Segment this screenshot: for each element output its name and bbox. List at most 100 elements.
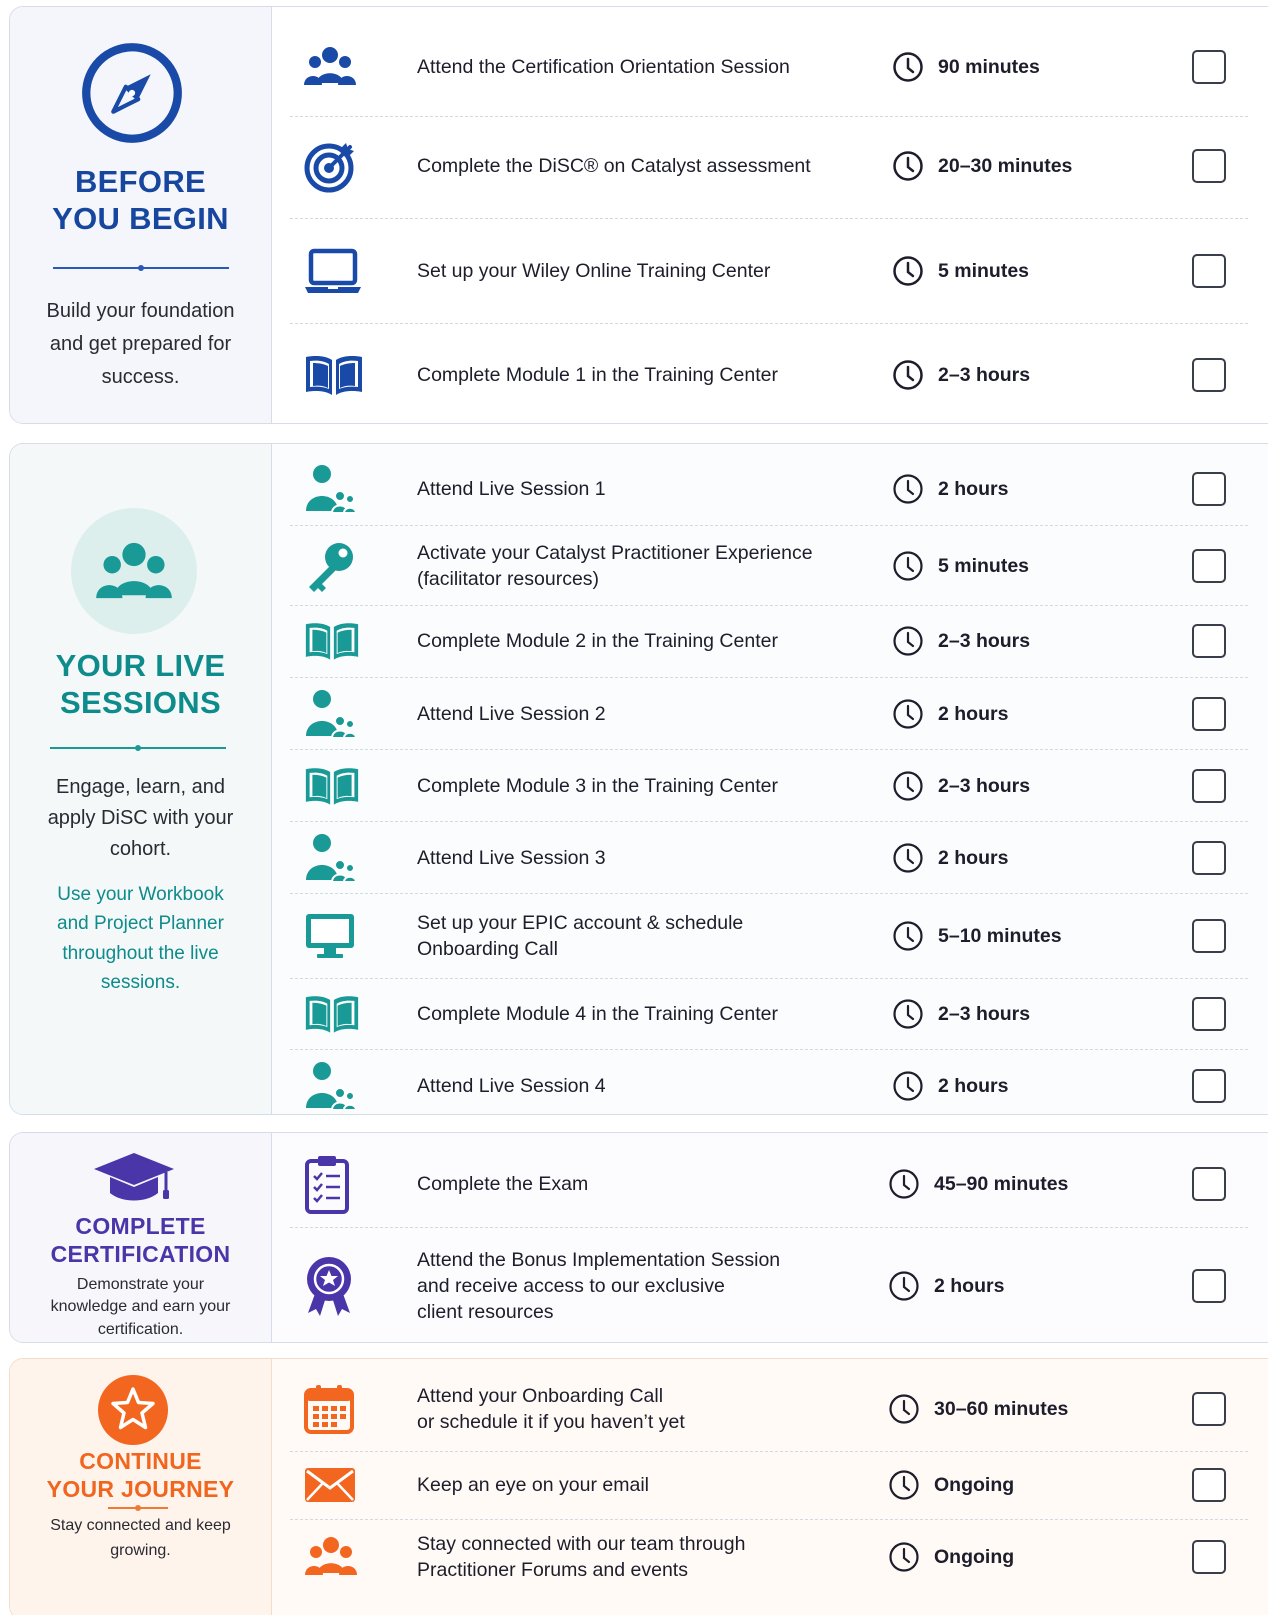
duration-text: 5–10 minutes [938, 924, 1062, 947]
task-label: Keep an eye on your email [417, 1473, 649, 1496]
clock-icon [889, 1470, 919, 1500]
calendar-icon [304, 1385, 354, 1434]
section-title-line1: CONTINUE [79, 1448, 202, 1474]
task-checkbox[interactable] [1192, 50, 1226, 84]
group-icon [96, 542, 172, 599]
duration-text: 5 minutes [938, 554, 1030, 577]
section-header-panel: BEFORE YOU BEGIN Build your foundation a… [10, 7, 272, 423]
task-label: Set up your EPIC account & schedule Onbo… [417, 910, 743, 963]
duration-text: 5 minutes [938, 259, 1030, 282]
row-divider [290, 1049, 1248, 1050]
checklist-row: Complete Module 2 in the Training Center… [282, 610, 1240, 672]
row-divider [290, 1451, 1248, 1452]
envelope-icon [305, 1468, 355, 1502]
row-divider [290, 525, 1248, 526]
checklist-row: Attend the Bonus Implementation Session … [282, 1232, 1240, 1340]
task-label: Stay connected with our team through Pra… [417, 1531, 745, 1584]
duration: 2 hours [888, 1270, 1004, 1302]
task-checkbox[interactable] [1192, 1540, 1226, 1574]
duration-text: 2 hours [934, 1274, 1005, 1297]
section-title: COMPLETE CERTIFICATION [10, 1213, 271, 1268]
duration-text: 2 hours [938, 702, 1009, 725]
task-label-line2: or schedule it if you haven’t yet [417, 1411, 685, 1433]
graduation-cap-icon [94, 1153, 174, 1201]
section-note: Use your Workbook and Project Planner th… [57, 884, 224, 994]
task-checkbox[interactable] [1192, 769, 1226, 803]
duration: Ongoing [888, 1469, 1014, 1501]
duration-text: 2–3 hours [938, 363, 1031, 386]
clock-icon [893, 151, 923, 181]
section-description: Engage, learn, and apply DiSC with your … [47, 776, 234, 860]
task-checkbox[interactable] [1192, 997, 1226, 1031]
book-icon [306, 356, 362, 395]
row-divider [290, 116, 1248, 117]
duration: 45–90 minutes [888, 1168, 1068, 1200]
row-divider [290, 677, 1248, 678]
clock-icon [893, 771, 923, 801]
task-checkbox[interactable] [1192, 624, 1226, 658]
clock-icon [893, 474, 923, 504]
task-label: Attend Live Session 3 [417, 846, 606, 869]
row-divider [290, 218, 1248, 219]
clock-icon [893, 843, 923, 873]
task-label: Complete the DiSC® on Catalyst assessmen… [417, 154, 811, 177]
section-header-panel: YOUR LIVE SESSIONS Engage, learn, and ap… [10, 444, 272, 1114]
duration: 5 minutes [892, 255, 1029, 287]
section-header-panel: CONTINUE YOUR JOURNEY Stay connected and… [10, 1359, 272, 1615]
task-checkbox[interactable] [1192, 1269, 1226, 1303]
checklist-row: Complete Module 3 in the Training Center… [282, 755, 1240, 817]
task-checkbox[interactable] [1192, 472, 1226, 506]
duration: 2–3 hours [892, 998, 1030, 1030]
presenter-icon [306, 690, 356, 739]
checklist-row: Complete the Exam 45–90 minutes [282, 1148, 1240, 1220]
clock-icon [893, 626, 923, 656]
award-ribbon-icon [307, 1257, 351, 1316]
section-title-line2: SESSIONS [60, 684, 221, 720]
checklist-row: Attend Live Session 1 2 hours [282, 458, 1240, 520]
task-checkbox[interactable] [1192, 549, 1226, 583]
checklist-row: Attend your Onboarding Call or schedule … [282, 1372, 1240, 1446]
task-label-line1: Attend the Bonus Implementation Session [417, 1248, 781, 1271]
duration: 20–30 minutes [892, 150, 1072, 182]
section-description: Demonstrate your knowledge and earn your… [50, 1276, 231, 1338]
task-checkbox[interactable] [1192, 1069, 1226, 1103]
checklist-row: Set up your EPIC account & schedule Onbo… [282, 898, 1240, 974]
clock-icon [893, 551, 923, 581]
task-label: Complete Module 4 in the Training Center [417, 1002, 778, 1025]
task-label: Attend Live Session 4 [417, 1074, 606, 1097]
duration: 30–60 minutes [888, 1393, 1068, 1425]
row-divider [290, 821, 1248, 822]
section-divider [108, 1505, 168, 1511]
checklist-row: Complete Module 1 in the Training Center… [282, 330, 1240, 420]
duration-text: 30–60 minutes [934, 1397, 1069, 1420]
presenter-icon [306, 465, 356, 514]
clipboard-icon [305, 1156, 349, 1214]
task-checkbox[interactable] [1192, 254, 1226, 288]
clock-icon [889, 1169, 919, 1199]
clock-icon [889, 1542, 919, 1572]
clock-icon [893, 52, 923, 82]
clock-icon [893, 1071, 923, 1101]
section-title: BEFORE YOU BEGIN [10, 164, 271, 237]
checklist-row: Attend Live Session 2 2 hours [282, 683, 1240, 745]
duration: Ongoing [888, 1541, 1014, 1573]
task-checkbox[interactable] [1192, 1167, 1226, 1201]
section-title-line2: YOU BEGIN [52, 200, 229, 236]
task-checkbox[interactable] [1192, 358, 1226, 392]
task-checkbox[interactable] [1192, 697, 1226, 731]
duration: 5 minutes [892, 550, 1029, 582]
section-title-line1: BEFORE [75, 164, 206, 199]
clock-icon [893, 699, 923, 729]
clock-icon [893, 921, 923, 951]
row-divider [290, 1227, 1248, 1228]
task-checkbox[interactable] [1192, 149, 1226, 183]
task-checkbox[interactable] [1192, 919, 1226, 953]
task-checkbox[interactable] [1192, 1392, 1226, 1426]
section-title: YOUR LIVE SESSIONS [10, 648, 271, 721]
book-icon [305, 996, 359, 1033]
duration: 90 minutes [892, 51, 1040, 83]
task-checkbox[interactable] [1192, 841, 1226, 875]
duration: 2–3 hours [892, 625, 1030, 657]
key-icon [309, 543, 353, 592]
task-checkbox[interactable] [1192, 1468, 1226, 1502]
